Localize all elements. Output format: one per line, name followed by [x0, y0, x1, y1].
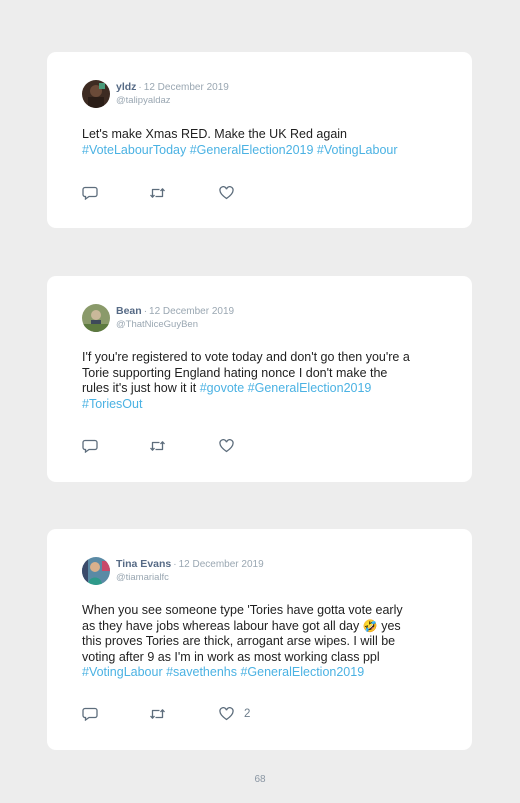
rofl-emoji: 🤣 — [362, 618, 378, 633]
reply-icon — [82, 707, 98, 721]
tweet-text-line: When you see someone type 'Tories have g… — [82, 603, 403, 617]
retweet-icon — [150, 441, 165, 451]
tweet-text: Let's make Xmas RED. Make the UK Red aga… — [82, 127, 442, 158]
tweet-header: Tina Evans · 12 December 2019 — [116, 558, 264, 570]
user-name[interactable]: yldz — [116, 81, 136, 93]
tweet-text-line: voting after 9 as I'm in work as most wo… — [82, 649, 380, 664]
hashtags[interactable]: #govote #GeneralElection2019 — [200, 381, 372, 395]
avatar[interactable] — [82, 557, 110, 585]
tweet-text-line: yes — [381, 618, 401, 633]
user-handle[interactable]: @talipyaldaz — [116, 95, 171, 106]
reply-button[interactable] — [82, 706, 98, 722]
separator: · — [138, 82, 142, 93]
tweet-actions — [82, 185, 282, 201]
separator: · — [173, 559, 177, 570]
tweet-text: I'f you're registered to vote today and … — [82, 350, 442, 412]
tweet-date[interactable]: 12 December 2019 — [179, 559, 264, 570]
user-name[interactable]: Bean — [116, 305, 142, 317]
like-button[interactable]: 2 — [219, 706, 250, 722]
tweet-date[interactable]: 12 December 2019 — [149, 306, 234, 317]
like-button[interactable] — [219, 185, 244, 201]
tweet-actions: 2 — [82, 706, 282, 722]
reply-icon — [82, 439, 98, 453]
user-name[interactable]: Tina Evans — [116, 558, 171, 570]
reply-icon — [82, 186, 98, 200]
tweet-header: yldz · 12 December 2019 — [116, 81, 229, 93]
hashtags[interactable]: #ToriesOut — [82, 397, 142, 411]
hashtags[interactable]: #VotingLabour #savethenhs #GeneralElecti… — [82, 665, 364, 679]
page-number: 68 — [254, 774, 266, 785]
like-icon — [219, 439, 234, 453]
user-handle[interactable]: @ThatNiceGuyBen — [116, 319, 198, 330]
tweet-text-line: this proves Tories are thick, arrogant a… — [82, 634, 396, 648]
retweet-icon — [150, 709, 165, 719]
like-count: 2 — [244, 708, 251, 720]
retweet-icon — [150, 188, 165, 198]
reply-button[interactable] — [82, 438, 98, 454]
tweet-card: Bean · 12 December 2019 @ThatNiceGuyBen I'… — [47, 276, 472, 482]
avatar[interactable] — [82, 80, 110, 108]
retweet-button[interactable] — [149, 438, 166, 454]
tweet-text: When you see someone type 'Tories have g… — [82, 603, 442, 681]
tweet-card: Tina Evans · 12 December 2019 @tiamarialfc… — [47, 529, 472, 750]
tweet-text-line: Torie supporting England hating nonce I … — [82, 365, 388, 380]
tweet-date[interactable]: 12 December 2019 — [144, 82, 229, 93]
separator: · — [143, 306, 148, 317]
reply-button[interactable] — [82, 185, 98, 201]
avatar[interactable] — [82, 304, 110, 332]
like-icon — [219, 707, 234, 721]
retweet-button[interactable] — [149, 706, 166, 722]
tweet-actions — [82, 438, 282, 454]
tweet-text-line: I'f you're registered to vote today and … — [82, 350, 410, 364]
like-icon — [219, 186, 234, 200]
like-button[interactable] — [219, 438, 244, 454]
hashtags[interactable]: #VoteLabourToday #GeneralElection2019 #V… — [82, 143, 398, 157]
tweet-header: Bean · 12 December 2019 — [116, 305, 234, 317]
tweet-text-line: rules it's just how it it — [82, 381, 197, 395]
user-handle[interactable]: @tiamarialfc — [116, 572, 169, 583]
tweet-text-line: as they have jobs whereas labour have go… — [82, 618, 360, 633]
retweet-button[interactable] — [149, 185, 166, 201]
tweet-text-main: Let's make Xmas RED. Make the UK Red aga… — [82, 127, 348, 141]
tweet-card: yldz · 12 December 2019 @talipyaldaz Let's… — [47, 52, 472, 228]
